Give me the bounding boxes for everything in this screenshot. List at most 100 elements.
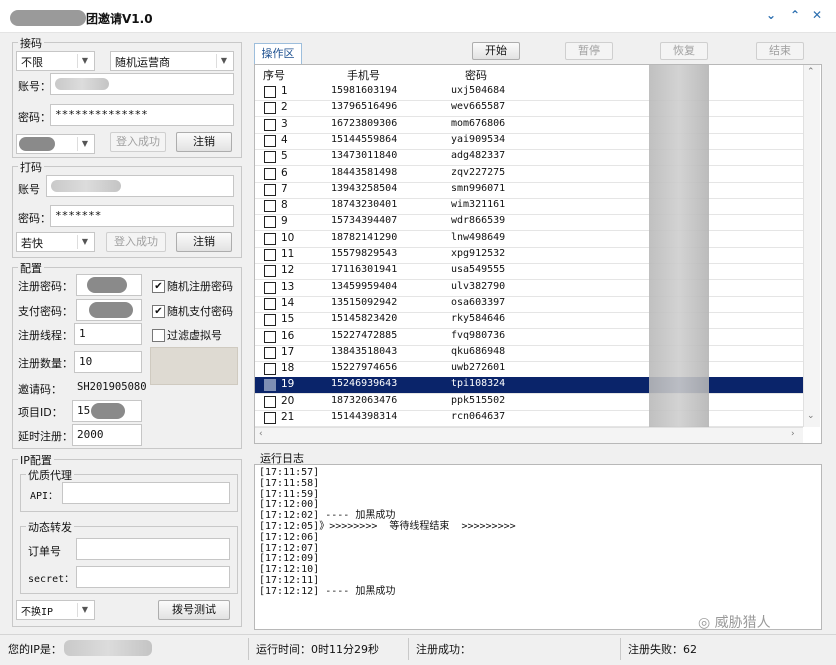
reg-password-label: 注册密码： (18, 280, 73, 293)
table-row[interactable]: 6 18443581498 zqv227275 (255, 166, 803, 183)
table-row[interactable]: 2 13796516496 wev665587 (255, 100, 803, 118)
reg-success-status: 注册成功： (416, 643, 471, 656)
row-checkbox[interactable] (264, 249, 276, 261)
chevron-down-icon[interactable]: ⌄ (807, 411, 815, 421)
reg-password-input[interactable] (76, 274, 142, 296)
project-id-label: 项目ID： (18, 406, 63, 419)
receive-login-button[interactable]: 登入成功 (110, 132, 166, 152)
row-checkbox[interactable] (264, 314, 276, 327)
pay-password-input[interactable] (76, 299, 142, 321)
receive-platform-select[interactable]: ▼ (16, 134, 95, 154)
row-checkbox[interactable] (264, 412, 276, 424)
api-input[interactable] (62, 482, 230, 504)
table-row[interactable]: 7 13943258504 smn996071 (255, 182, 803, 199)
status-separator (408, 638, 409, 660)
captcha-platform-select[interactable]: 若快 ▼ (16, 232, 95, 252)
start-button[interactable]: 开始 (472, 42, 520, 60)
secret-input[interactable] (76, 566, 230, 588)
carrier-filter-select[interactable]: 不限 ▼ (16, 51, 95, 71)
row-password: wev665587 (451, 101, 506, 113)
table-row[interactable]: 11 15579829543 xpg912532 (255, 247, 803, 264)
table-row[interactable]: 14 13515092942 osa603397 (255, 296, 803, 313)
horizontal-scrollbar[interactable]: ‹ › (255, 427, 803, 443)
filter-virtual-checkbox[interactable]: 过滤虚拟号 (152, 327, 222, 343)
dynamic-section-label: 动态转发 (26, 519, 74, 535)
resume-button[interactable]: 恢复 (660, 42, 708, 60)
row-checkbox[interactable] (264, 151, 276, 164)
row-number: 3 (281, 117, 288, 130)
row-checkbox[interactable] (264, 232, 276, 245)
table-row[interactable]: 21 15144398314 rcn064637 (255, 410, 803, 427)
row-checkbox[interactable] (264, 86, 276, 98)
row-number: 16 (281, 329, 295, 342)
table-row[interactable]: 12 17116301941 usa549555 (255, 263, 803, 281)
table-row[interactable]: 19 15246939643 tpi108324 (255, 377, 803, 395)
chevron-right-icon[interactable]: › (791, 429, 795, 439)
receive-password-input[interactable]: ************** (50, 104, 234, 126)
chevron-left-icon[interactable]: ‹ (259, 429, 263, 439)
table-row[interactable]: 17 13843518043 qku686948 (255, 345, 803, 362)
redacted-title (10, 10, 86, 26)
row-phone: 18782141290 (331, 231, 398, 243)
vertical-scrollbar[interactable]: ⌃ ⌄ (803, 65, 820, 427)
row-checkbox[interactable] (264, 330, 276, 343)
row-checkbox[interactable] (264, 118, 276, 131)
table-row[interactable]: 13 13459959404 ulv382790 (255, 280, 803, 297)
row-checkbox[interactable] (264, 346, 276, 359)
table-row[interactable]: 5 13473011840 adg482337 (255, 149, 803, 167)
end-button[interactable]: 结束 (756, 42, 804, 60)
threads-label: 注册线程： (18, 329, 73, 342)
row-checkbox[interactable] (264, 363, 276, 376)
captcha-login-button[interactable]: 登入成功 (106, 232, 166, 252)
chevron-down-icon[interactable]: ⌄ (766, 8, 776, 22)
table-row[interactable]: 1 15981603194 uxj504684 (255, 84, 803, 101)
captcha-section-label: 打码 (18, 159, 44, 175)
table-row[interactable]: 3 16723809306 mom676806 (255, 117, 803, 134)
row-checkbox[interactable] (264, 281, 276, 294)
row-checkbox[interactable] (264, 200, 276, 213)
row-checkbox[interactable] (264, 395, 276, 408)
row-checkbox[interactable] (264, 297, 276, 310)
order-label: 订单号 (28, 545, 61, 558)
row-number: 15 (281, 313, 295, 326)
row-phone: 15981603194 (331, 85, 398, 96)
pause-button[interactable]: 暂停 (565, 42, 613, 60)
row-checkbox[interactable] (264, 102, 276, 115)
operator-select[interactable]: 随机运营商 ▼ (110, 51, 234, 71)
delay-label: 延时注册： (18, 430, 73, 443)
table-row[interactable]: 4 15144559864 yai909534 (255, 133, 803, 150)
table-row[interactable]: 10 18782141290 lnw498649 (255, 231, 803, 248)
row-checkbox[interactable] (264, 134, 276, 147)
chevron-up-icon[interactable]: ⌃ (807, 67, 815, 77)
row-checkbox[interactable] (264, 167, 276, 180)
row-checkbox[interactable] (264, 183, 276, 196)
close-icon[interactable]: ✕ (812, 8, 822, 22)
table-row[interactable]: 20 18732063476 ppk515502 (255, 394, 803, 411)
table-row[interactable]: 16 15227472885 fvq980736 (255, 329, 803, 346)
captcha-account-input[interactable] (46, 175, 234, 197)
receive-account-input[interactable] (50, 73, 234, 95)
ip-mode-select[interactable]: 不换IP ▼ (16, 600, 95, 620)
row-checkbox[interactable] (264, 265, 276, 278)
row-number: 21 (281, 411, 295, 423)
chevron-up-icon[interactable]: ⌃ (790, 8, 800, 22)
receive-logout-button[interactable]: 注销 (176, 132, 232, 152)
project-id-input[interactable]: 15 (72, 400, 142, 422)
threads-input[interactable]: 1 (74, 323, 142, 345)
row-checkbox[interactable] (264, 216, 276, 229)
random-reg-password-checkbox[interactable]: 随机注册密码 (152, 278, 233, 294)
dial-test-button[interactable]: 拨号测试 (158, 600, 230, 620)
order-input[interactable] (76, 538, 230, 560)
table-row[interactable]: 15 15145823420 rky584646 (255, 312, 803, 330)
row-checkbox[interactable] (264, 379, 276, 392)
table-row[interactable]: 8 18743230401 wim321161 (255, 198, 803, 216)
random-pay-password-checkbox[interactable]: 随机支付密码 (152, 303, 233, 319)
tab-workspace[interactable]: 操作区 (254, 43, 302, 64)
captcha-logout-button[interactable]: 注销 (176, 232, 232, 252)
captcha-password-input[interactable]: ******* (50, 205, 234, 227)
redacted-value (87, 277, 127, 293)
count-input[interactable]: 10 (74, 351, 142, 373)
table-row[interactable]: 9 15734394407 wdr866539 (255, 214, 803, 232)
table-row[interactable]: 18 15227974656 uwb272601 (255, 361, 803, 379)
delay-input[interactable]: 2000 (72, 424, 142, 446)
